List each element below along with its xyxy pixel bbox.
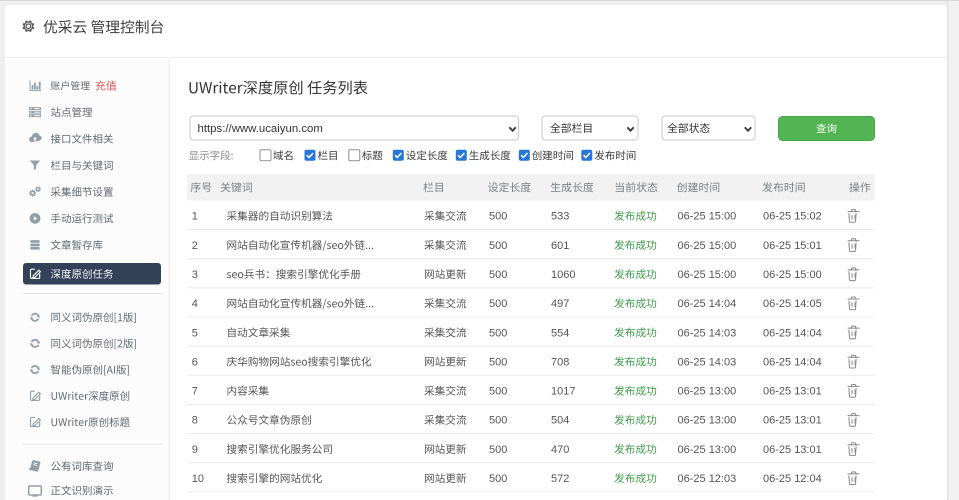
svg-text:470: 470: [551, 444, 569, 456]
svg-text:06-25 14:04: 06-25 14:04: [678, 298, 737, 310]
svg-text:06-25 13:01: 06-25 13:01: [763, 444, 822, 456]
svg-text:500: 500: [489, 415, 507, 427]
svg-text:533: 533: [551, 211, 569, 223]
svg-text:601: 601: [551, 240, 569, 252]
svg-text:500: 500: [489, 356, 507, 368]
svg-text:06-25 14:04: 06-25 14:04: [763, 356, 822, 368]
svg-text:554: 554: [551, 327, 569, 339]
svg-text:500: 500: [489, 240, 507, 252]
svg-text:572: 572: [551, 473, 569, 485]
svg-text:06-25 14:03: 06-25 14:03: [678, 356, 737, 368]
svg-text:06-25 13:01: 06-25 13:01: [763, 386, 822, 398]
svg-text:500: 500: [489, 473, 507, 485]
svg-text:5: 5: [192, 327, 198, 339]
svg-text:06-25 15:02: 06-25 15:02: [763, 211, 822, 223]
svg-text:8: 8: [192, 415, 198, 427]
svg-text:06-25 15:00: 06-25 15:00: [763, 269, 822, 281]
svg-text:1060: 1060: [551, 269, 575, 281]
svg-text:06-25 12:04: 06-25 12:04: [763, 473, 822, 485]
svg-text:497: 497: [551, 298, 569, 310]
svg-text:06-25 13:00: 06-25 13:00: [678, 444, 737, 456]
svg-text:06-25 13:00: 06-25 13:00: [678, 386, 737, 398]
svg-text:504: 504: [551, 415, 569, 427]
svg-text:2: 2: [192, 240, 198, 252]
svg-text:06-25 12:03: 06-25 12:03: [678, 473, 737, 485]
svg-text:500: 500: [489, 298, 507, 310]
svg-text:500: 500: [489, 444, 507, 456]
svg-text:9: 9: [192, 444, 198, 456]
svg-text:06-25 14:04: 06-25 14:04: [763, 327, 822, 339]
svg-text:1: 1: [192, 211, 198, 223]
svg-text:3: 3: [192, 269, 198, 281]
svg-text:06-25 15:00: 06-25 15:00: [678, 240, 737, 252]
svg-text:4: 4: [192, 298, 198, 310]
svg-text:06-25 15:01: 06-25 15:01: [763, 240, 822, 252]
svg-text:7: 7: [192, 386, 198, 398]
svg-text:06-25 15:00: 06-25 15:00: [678, 269, 737, 281]
svg-text:06-25 15:00: 06-25 15:00: [678, 211, 737, 223]
svg-text:06-25 13:00: 06-25 13:00: [678, 415, 737, 427]
svg-text:06-25 14:05: 06-25 14:05: [763, 298, 822, 310]
svg-text:500: 500: [489, 269, 507, 281]
svg-text:6: 6: [192, 356, 198, 368]
svg-text:500: 500: [489, 211, 507, 223]
svg-text:1017: 1017: [551, 386, 575, 398]
svg-text:500: 500: [489, 386, 507, 398]
svg-text:708: 708: [551, 356, 569, 368]
svg-text:06-25 14:03: 06-25 14:03: [678, 327, 737, 339]
svg-text:https://www.ucaiyun.com: https://www.ucaiyun.com: [198, 123, 323, 135]
svg-text:10: 10: [192, 473, 204, 485]
svg-text:06-25 13:01: 06-25 13:01: [763, 415, 822, 427]
svg-text:500: 500: [489, 327, 507, 339]
